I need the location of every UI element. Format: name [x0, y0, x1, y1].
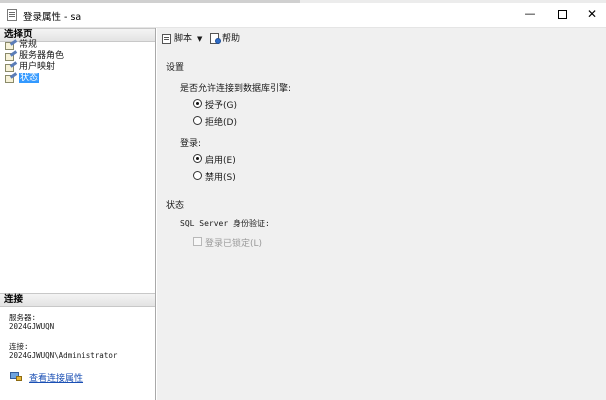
server-label: 服务器:: [9, 313, 37, 322]
script-dropdown-arrow[interactable]: ▼: [197, 32, 202, 46]
title-bar: 登录属性 - sa — ✕: [0, 0, 606, 28]
window-document-icon: [7, 9, 17, 21]
page-item-general[interactable]: 常规: [4, 39, 64, 51]
sql-auth-label: SQL Server 身份验证:: [180, 219, 270, 228]
maximize-icon: [557, 9, 567, 19]
script-icon: [162, 33, 173, 44]
page-wrench-icon: [5, 72, 18, 83]
close-button[interactable]: ✕: [577, 4, 606, 24]
disabled-radio[interactable]: [193, 171, 202, 180]
enabled-label: 启用(E): [205, 156, 236, 166]
help-label: 帮助: [222, 34, 241, 44]
server-value: 2024GJWUQN: [9, 322, 55, 331]
page-item-label: 用户映射: [19, 62, 56, 72]
view-connection-properties-link[interactable]: 查看连接属性: [29, 371, 83, 384]
left-pane: 选择页 常规 服务器角色 用户映射 状态 连接 服务器: 2024GJWUQN …: [0, 28, 156, 400]
window-title: 登录属性 - sa: [23, 12, 82, 23]
disabled-label: 禁用(S): [205, 173, 236, 183]
connection-properties-icon: [10, 371, 22, 382]
toolbar: 脚本 ▼ 帮助: [157, 28, 606, 50]
enabled-radio[interactable]: [193, 154, 202, 163]
login-locked-checkbox[interactable]: [193, 237, 202, 246]
help-icon: [210, 33, 221, 44]
script-button[interactable]: 脚本: [161, 32, 192, 46]
grant-radio[interactable]: [193, 99, 202, 108]
page-wrench-icon: [5, 61, 18, 72]
connection-value: 2024GJWUQN\Administrator: [9, 351, 118, 360]
script-label: 脚本: [174, 34, 193, 44]
page-item-status[interactable]: 状态: [4, 72, 64, 84]
connection-header: 连接: [0, 293, 155, 307]
status-heading: 状态: [166, 201, 185, 211]
page-item-user-mapping[interactable]: 用户映射: [4, 61, 64, 73]
login-heading: 登录:: [180, 139, 202, 149]
settings-heading: 设置: [166, 63, 185, 73]
page-item-server-roles[interactable]: 服务器角色: [4, 50, 65, 62]
minimize-button[interactable]: —: [515, 4, 545, 24]
deny-label: 拒绝(D): [205, 118, 237, 128]
connection-label: 连接:: [9, 342, 29, 351]
db-engine-question: 是否允许连接到数据库引擎:: [180, 84, 292, 94]
page-item-label: 状态: [19, 73, 40, 83]
top-edge: [0, 0, 606, 3]
login-locked-label: 登录已锁定(L): [205, 239, 263, 249]
page-item-label: 常规: [19, 40, 38, 50]
page-list: 常规 服务器角色 用户映射 状态: [4, 39, 65, 84]
help-button[interactable]: 帮助: [209, 32, 240, 46]
page-wrench-icon: [5, 39, 18, 50]
grant-label: 授予(G): [205, 101, 237, 111]
page-wrench-icon: [5, 50, 18, 61]
deny-radio[interactable]: [193, 116, 202, 125]
page-item-label: 服务器角色: [19, 51, 65, 61]
right-pane: 脚本 ▼ 帮助 设置 是否允许连接到数据库引擎: 授予(G) 拒绝(D) 登录:…: [157, 28, 606, 400]
maximize-button[interactable]: [547, 4, 577, 24]
